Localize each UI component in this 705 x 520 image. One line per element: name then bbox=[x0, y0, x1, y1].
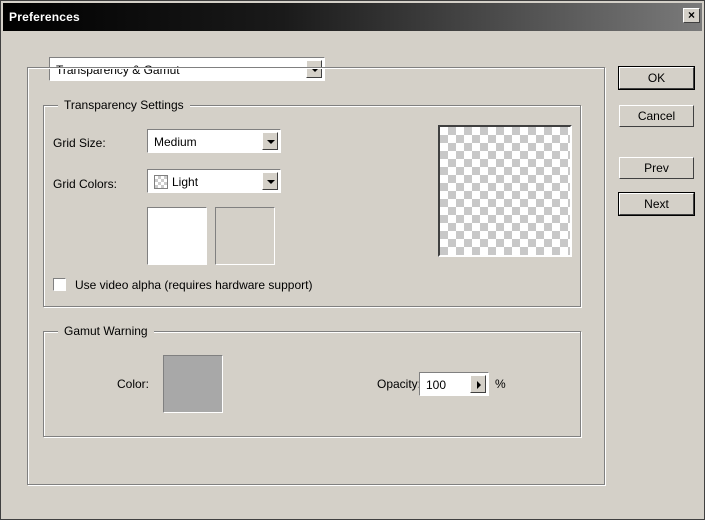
prev-button[interactable]: Prev bbox=[619, 157, 694, 179]
grid-size-label: Grid Size: bbox=[53, 136, 106, 150]
cancel-button[interactable]: Cancel bbox=[619, 105, 694, 127]
transparency-preview bbox=[438, 125, 572, 257]
grid-size-select[interactable]: Medium bbox=[147, 129, 281, 153]
opacity-value: 100 bbox=[426, 378, 447, 392]
next-button[interactable]: Next bbox=[618, 192, 695, 216]
video-alpha-label[interactable]: Use video alpha (requires hardware suppo… bbox=[75, 278, 312, 292]
opacity-label: Opacity: bbox=[377, 377, 422, 391]
close-icon[interactable]: × bbox=[683, 8, 700, 23]
chevron-right-icon[interactable] bbox=[470, 375, 486, 393]
gamut-color-label: Color: bbox=[117, 377, 150, 391]
grid-color-2-swatch[interactable] bbox=[215, 207, 275, 265]
chevron-down-icon[interactable] bbox=[262, 172, 278, 190]
grid-colors-select[interactable]: Light bbox=[147, 169, 281, 193]
grid-colors-label: Grid Colors: bbox=[53, 177, 118, 191]
gamut-color-swatch[interactable] bbox=[163, 355, 223, 413]
gamut-group-title: Gamut Warning bbox=[58, 324, 154, 338]
video-alpha-checkbox[interactable] bbox=[53, 278, 66, 291]
grid-colors-value: Light bbox=[172, 175, 199, 189]
ok-button[interactable]: OK bbox=[618, 66, 695, 90]
preferences-dialog: Preferences × Transparency & Gamut Trans… bbox=[0, 0, 705, 520]
dialog-title: Preferences bbox=[9, 10, 80, 24]
transparency-group-title: Transparency Settings bbox=[58, 98, 190, 112]
title-bar[interactable]: Preferences × bbox=[3, 3, 702, 31]
chevron-down-icon[interactable] bbox=[262, 132, 278, 150]
grid-size-value: Medium bbox=[154, 135, 197, 149]
opacity-input[interactable]: 100 bbox=[419, 372, 489, 396]
light-checker-icon bbox=[154, 175, 168, 189]
grid-color-1-swatch[interactable] bbox=[147, 207, 207, 265]
opacity-unit: % bbox=[495, 377, 506, 391]
